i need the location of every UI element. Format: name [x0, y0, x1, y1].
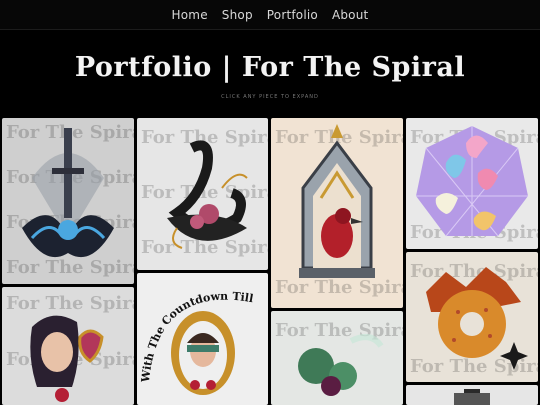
top-nav: Home Shop Portfolio About — [0, 0, 540, 30]
autumn-donut-artwork: For The Spiral For The Spiral — [406, 252, 538, 382]
candy-hearts-artwork: For The Spiral For The Spiral — [406, 118, 538, 249]
watermark-text: For The Spiral — [410, 261, 538, 282]
gallery-piece-heart-mirror[interactable]: For The Spiral For The Spiral — [2, 287, 134, 405]
raven-window-artwork: For The Spiral For The Spiral — [271, 118, 403, 308]
nav-portfolio[interactable]: Portfolio — [267, 8, 318, 22]
moth-dagger-artwork: For The Spiral For The Spiral For The Sp… — [2, 118, 134, 284]
green-roses-artwork: For The Spiral — [271, 311, 403, 405]
nav-about[interactable]: About — [332, 8, 368, 22]
watermark-text: For The Spiral — [6, 257, 134, 278]
swan-artwork: For The Spiral For The Spiral For The Sp… — [137, 118, 268, 270]
gallery-piece-moth-dagger[interactable]: For The Spiral For The Spiral For The Sp… — [2, 118, 134, 284]
countdown-artwork: With The Countdown Till Switch It Was Yo… — [137, 273, 268, 405]
lantern-artwork — [406, 385, 538, 405]
watermark-text: For The Spiral — [275, 277, 403, 298]
watermark-text: For The Spiral — [6, 293, 134, 314]
heart-mirror-artwork: For The Spiral For The Spiral — [2, 287, 134, 405]
page-title: Portfolio | For The Spiral — [74, 52, 466, 83]
page-subtitle: CLICK ANY PIECE TO EXPAND — [221, 94, 319, 100]
gallery-piece-autumn-donut[interactable]: For The Spiral For The Spiral — [406, 252, 538, 382]
gallery-piece-candy-hearts[interactable]: For The Spiral For The Spiral — [406, 118, 538, 249]
watermark-text: For The Spiral — [275, 320, 403, 341]
gallery-piece-green-roses[interactable]: For The Spiral — [271, 311, 403, 405]
gallery-piece-raven-window[interactable]: For The Spiral For The Spiral — [271, 118, 403, 308]
nav-shop[interactable]: Shop — [222, 8, 253, 22]
gallery-piece-lantern[interactable] — [406, 385, 538, 405]
gallery-piece-swan[interactable]: For The Spiral For The Spiral For The Sp… — [137, 118, 268, 270]
gallery-piece-countdown[interactable]: With The Countdown Till Switch It Was Yo… — [137, 273, 268, 405]
nav-home[interactable]: Home — [172, 8, 208, 22]
